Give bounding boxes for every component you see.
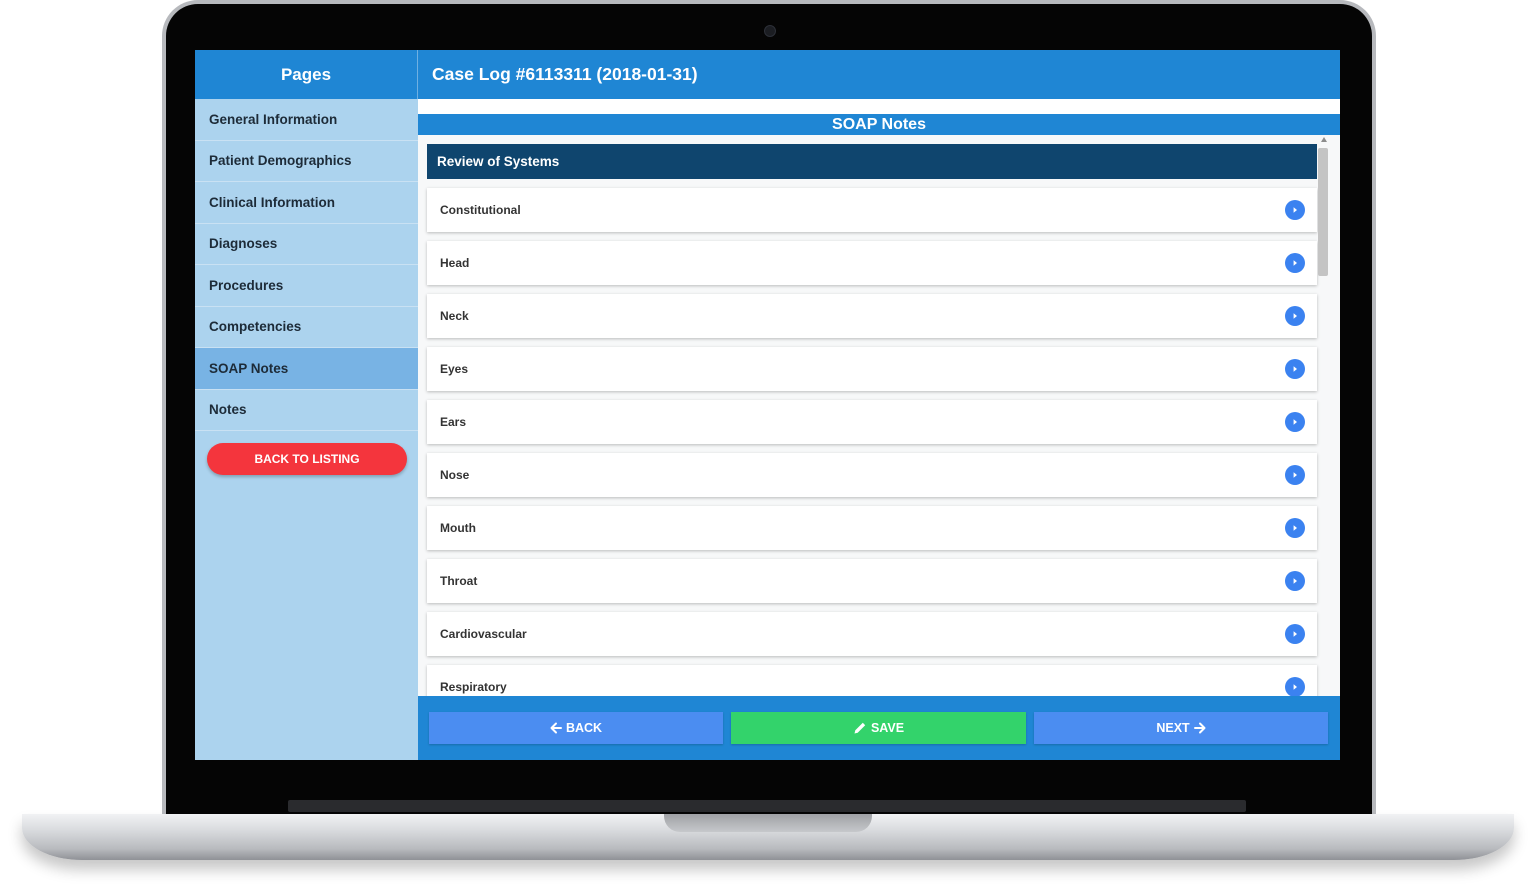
next-button-label: NEXT bbox=[1156, 721, 1190, 735]
chevron-right-circle-icon[interactable] bbox=[1285, 571, 1305, 591]
sidebar-item-notes[interactable]: Notes bbox=[195, 390, 418, 431]
section-title: SOAP Notes bbox=[418, 114, 1340, 135]
sidebar-item-diagnoses[interactable]: Diagnoses bbox=[195, 224, 418, 265]
list-item-label: Head bbox=[440, 256, 470, 270]
list-item-respiratory[interactable]: Respiratory bbox=[427, 665, 1317, 696]
arrow-left-icon bbox=[550, 722, 562, 734]
laptop-notch bbox=[664, 814, 872, 832]
list-item-label: Neck bbox=[440, 309, 469, 323]
list-item-label: Eyes bbox=[440, 362, 469, 376]
chevron-right-circle-icon[interactable] bbox=[1285, 624, 1305, 644]
sidebar: Pages General Information Patient Demogr… bbox=[195, 50, 418, 760]
back-button-label: BACK bbox=[565, 721, 603, 735]
content-area: Review of Systems Constitutional Head Ne… bbox=[418, 135, 1340, 696]
chevron-right-circle-icon[interactable] bbox=[1285, 359, 1305, 379]
chevron-right-circle-icon[interactable] bbox=[1285, 412, 1305, 432]
list-item-throat[interactable]: Throat bbox=[427, 559, 1317, 603]
list-item-eyes[interactable]: Eyes bbox=[427, 347, 1317, 391]
review-of-systems-list: Constitutional Head Neck Eyes Ears Nose … bbox=[427, 188, 1317, 696]
list-item-constitutional[interactable]: Constitutional bbox=[427, 188, 1317, 232]
review-of-systems-header: Review of Systems bbox=[427, 144, 1317, 179]
list-item-ears[interactable]: Ears bbox=[427, 400, 1317, 444]
sidebar-item-general-information[interactable]: General Information bbox=[195, 99, 418, 141]
list-item-nose[interactable]: Nose bbox=[427, 453, 1317, 497]
list-item-label: Throat bbox=[440, 574, 478, 588]
sidebar-item-soap-notes[interactable]: SOAP Notes bbox=[195, 348, 418, 390]
chevron-right-circle-icon[interactable] bbox=[1285, 518, 1305, 538]
list-item-label: Mouth bbox=[440, 521, 476, 535]
camera-icon bbox=[764, 25, 776, 37]
arrow-right-icon bbox=[1193, 722, 1206, 734]
chevron-right-circle-icon[interactable] bbox=[1285, 200, 1305, 220]
page-title: Case Log #6113311 (2018-01-31) bbox=[418, 50, 1340, 99]
sidebar-title: Pages bbox=[195, 50, 418, 99]
back-to-listing-button[interactable]: BACK TO LISTING bbox=[207, 443, 407, 475]
list-item-cardiovascular[interactable]: Cardiovascular bbox=[427, 612, 1317, 656]
list-item-label: Respiratory bbox=[440, 680, 507, 694]
scrollbar-thumb[interactable] bbox=[1318, 148, 1328, 276]
main-panel: Case Log #6113311 (2018-01-31) SOAP Note… bbox=[418, 50, 1340, 760]
list-item-label: Constitutional bbox=[440, 203, 521, 217]
footer-bar: BACK SAVE NEXT bbox=[418, 696, 1340, 760]
chevron-right-circle-icon[interactable] bbox=[1285, 306, 1305, 326]
scrollbar[interactable] bbox=[1318, 137, 1328, 693]
chevron-right-circle-icon[interactable] bbox=[1285, 253, 1305, 273]
sidebar-item-competencies[interactable]: Competencies bbox=[195, 307, 418, 348]
save-button[interactable]: SAVE bbox=[731, 712, 1026, 744]
sidebar-item-clinical-information[interactable]: Clinical Information bbox=[195, 182, 418, 224]
list-item-mouth[interactable]: Mouth bbox=[427, 506, 1317, 550]
list-item-label: Nose bbox=[440, 468, 470, 482]
sidebar-item-procedures[interactable]: Procedures bbox=[195, 265, 418, 307]
list-item-head[interactable]: Head bbox=[427, 241, 1317, 285]
save-button-label: SAVE bbox=[870, 721, 905, 735]
app-screen: Pages General Information Patient Demogr… bbox=[195, 50, 1340, 760]
list-item-neck[interactable]: Neck bbox=[427, 294, 1317, 338]
chevron-right-circle-icon[interactable] bbox=[1285, 677, 1305, 696]
sidebar-item-patient-demographics[interactable]: Patient Demographics bbox=[195, 141, 418, 182]
laptop-hinge bbox=[288, 800, 1246, 812]
list-item-label: Cardiovascular bbox=[440, 627, 527, 641]
chevron-right-circle-icon[interactable] bbox=[1285, 465, 1305, 485]
next-button[interactable]: NEXT bbox=[1034, 712, 1328, 744]
scroll-up-arrow-icon[interactable] bbox=[1321, 137, 1327, 142]
back-button[interactable]: BACK bbox=[429, 712, 723, 744]
list-item-label: Ears bbox=[440, 415, 467, 429]
pencil-icon bbox=[854, 722, 866, 734]
